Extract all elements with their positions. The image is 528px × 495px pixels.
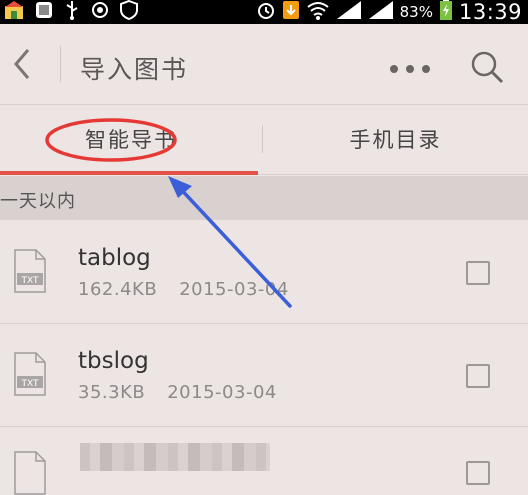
- file-checkbox[interactable]: [466, 461, 490, 485]
- app-store-icon: [34, 0, 54, 24]
- txt-file-icon: TXT: [14, 352, 46, 396]
- search-icon: [471, 51, 504, 84]
- section-header-label: 一天以内: [0, 191, 76, 212]
- list-item[interactable]: TXT tbslog 35.3KB 2015-03-04: [0, 324, 528, 427]
- file-type-label: TXT: [20, 276, 39, 286]
- file-type-label: TXT: [20, 379, 39, 389]
- tab-smart-import[interactable]: 智能导书: [0, 105, 262, 173]
- location-icon: [90, 0, 110, 24]
- status-icons-left: [4, 0, 138, 24]
- shield-icon: [120, 0, 138, 24]
- blurred-file-name: [80, 443, 270, 471]
- battery-percent: 83%: [399, 3, 433, 21]
- signal-icon-2: [368, 0, 394, 24]
- file-name: tablog: [78, 245, 151, 271]
- file-checkbox[interactable]: [466, 261, 490, 285]
- tab-indicator: [0, 171, 258, 175]
- list-item[interactable]: TXT tablog 162.4KB 2015-03-04: [0, 221, 528, 324]
- tab-smart-import-label: 智能导书: [85, 128, 177, 152]
- tab-phone-directory-label: 手机目录: [349, 128, 442, 152]
- more-dots-icon: [390, 65, 430, 73]
- status-icons-right: 83% 13:39: [256, 0, 522, 24]
- file-size: 35.3KB: [78, 382, 146, 403]
- back-button[interactable]: [8, 48, 36, 80]
- page-title: 导入图书: [80, 55, 189, 84]
- search-button[interactable]: [470, 50, 504, 84]
- battery-icon: [439, 0, 453, 25]
- wifi-icon: [306, 0, 330, 24]
- section-header: 一天以内: [0, 176, 528, 220]
- tab-bar: 智能导书 手机目录: [0, 105, 528, 175]
- file-date: 2015-03-04: [179, 279, 289, 300]
- signal-icon: [336, 0, 362, 24]
- file-meta: 35.3KB 2015-03-04: [78, 382, 277, 403]
- txt-file-icon: TXT: [14, 249, 46, 293]
- file-name: tbslog: [78, 348, 149, 374]
- app-bar-divider: [60, 46, 61, 82]
- file-size: 162.4KB: [78, 279, 158, 300]
- chevron-left-icon: [14, 49, 30, 79]
- list-item[interactable]: [0, 427, 528, 495]
- txt-file-icon: [14, 451, 46, 495]
- usb-icon: [64, 0, 80, 24]
- more-button[interactable]: [388, 60, 432, 73]
- file-checkbox[interactable]: [466, 364, 490, 388]
- alarm-icon: [256, 0, 276, 24]
- download-icon: [282, 0, 300, 24]
- status-time: 13:39: [458, 0, 522, 24]
- notification-app-icon: [4, 0, 24, 24]
- file-date: 2015-03-04: [167, 382, 277, 403]
- file-meta: 162.4KB 2015-03-04: [78, 279, 289, 300]
- app-bar: 导入图书: [0, 24, 528, 105]
- tab-phone-directory[interactable]: 手机目录: [263, 105, 528, 173]
- status-bar: 83% 13:39: [0, 0, 528, 24]
